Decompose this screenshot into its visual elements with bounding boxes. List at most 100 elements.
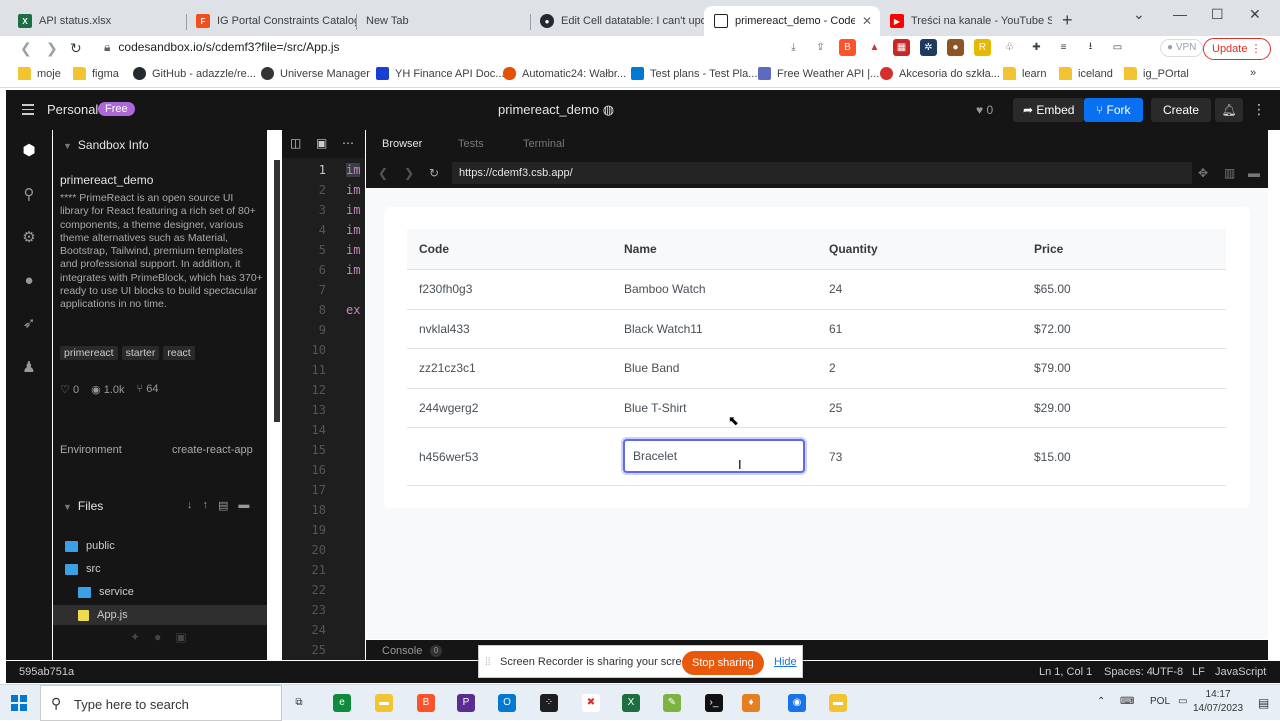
cube-icon[interactable]: ⬢	[20, 142, 38, 160]
outlook-icon[interactable]: O	[498, 694, 516, 712]
indentation[interactable]: Spaces: 4	[1104, 666, 1153, 678]
tab-youtube-studio[interactable]: ▶ Treści na kanale - YouTube Studi	[880, 6, 1052, 36]
fork-button[interactable]: ⑂ Fork	[1084, 98, 1143, 122]
tab-codesandbox[interactable]: primereact_demo - CodeSa ✕	[704, 6, 880, 36]
system-clock[interactable]: 14:17 14/07/2023	[1193, 688, 1243, 716]
bookmark-ig-portal[interactable]: ig_POrtal	[1124, 67, 1189, 80]
screen-recorder-icon[interactable]: ◉	[788, 694, 806, 712]
create-button[interactable]: Create	[1151, 98, 1212, 122]
table-cell[interactable]: Blue Band	[624, 349, 679, 388]
table-cell[interactable]: 24	[829, 270, 842, 309]
tab-browser[interactable]: Browser	[382, 138, 422, 150]
minimize-icon[interactable]: —	[1173, 6, 1187, 22]
layout-icon[interactable]: ▬	[1248, 166, 1260, 180]
table-cell[interactable]: nvklal433	[419, 310, 470, 349]
maximize-icon[interactable]: ☐	[1211, 6, 1224, 23]
bookmark-akcesoria[interactable]: Akcesoria do szkła...	[880, 67, 1000, 80]
likes-counter[interactable]: ♥ 0	[976, 103, 993, 117]
table-cell[interactable]: 61	[829, 310, 842, 349]
table-cell[interactable]: $29.00	[1034, 389, 1071, 428]
embed-button[interactable]: ➦ Embed	[1013, 98, 1085, 122]
pin-app-icon[interactable]: ♦	[742, 694, 760, 712]
github-icon[interactable]: ●	[20, 272, 38, 290]
file-explorer-icon[interactable]: ▬	[375, 694, 393, 712]
devtools-icon[interactable]: ✥	[1198, 166, 1208, 180]
bookmark-github[interactable]: GitHub - adazzle/re...	[133, 67, 256, 80]
extension-purple-icon[interactable]: ♧	[1001, 39, 1018, 56]
back-icon[interactable]: ❮	[20, 40, 32, 57]
forward-icon[interactable]: ❯	[46, 40, 58, 57]
cookie-icon[interactable]: ●	[947, 39, 964, 56]
tab-terminal[interactable]: Terminal	[523, 138, 565, 150]
table-cell[interactable]: h456wer53	[419, 428, 478, 485]
close-tab-icon[interactable]: ✕	[862, 14, 872, 28]
file-tree-item[interactable]: service	[53, 582, 267, 602]
tab-search-icon[interactable]: ⌄	[1133, 6, 1145, 23]
taskbar-search[interactable]: ⚲ Type here to search	[40, 685, 282, 721]
install-icon[interactable]: ⤓	[785, 39, 802, 56]
table-cell[interactable]: Blue T-Shirt	[624, 389, 686, 428]
file-tree-item[interactable]: public	[53, 536, 267, 556]
bookmark-figma[interactable]: figma	[73, 67, 119, 80]
folder-icon[interactable]: ▬	[829, 694, 847, 712]
forward-icon[interactable]: ❯	[404, 166, 414, 180]
preview-icon[interactable]: ▣	[316, 136, 327, 150]
share-icon[interactable]: ⇪	[812, 39, 829, 56]
table-cell[interactable]: f230fh0g3	[419, 270, 472, 309]
bell-icon[interactable]: 🔔︎	[1215, 98, 1243, 122]
close-window-icon[interactable]: ✕	[1249, 6, 1261, 23]
bookmark-yh-finance[interactable]: YH Finance API Doc...	[376, 67, 504, 80]
hide-link[interactable]: Hide	[774, 656, 797, 668]
terminal-icon[interactable]: ›_	[705, 694, 723, 712]
chevron-up-icon[interactable]: ⌃	[1097, 696, 1105, 707]
table-cell[interactable]: 25	[829, 389, 842, 428]
project-title[interactable]: primereact_demo ◍	[498, 102, 614, 118]
tab-tests[interactable]: Tests	[458, 138, 484, 150]
brave-icon[interactable]: B	[417, 694, 435, 712]
encoding[interactable]: UTF-8	[1152, 666, 1183, 678]
table-cell[interactable]: $65.00	[1034, 270, 1071, 309]
more-icon[interactable]: ⋯	[342, 136, 354, 150]
table-cell[interactable]: zz21cz3c1	[419, 349, 476, 388]
excel-icon[interactable]: X	[622, 694, 640, 712]
new-folder-icon[interactable]: ▬	[238, 499, 249, 512]
table-cell[interactable]: $79.00	[1034, 349, 1071, 388]
app-cross-icon[interactable]: ✖	[582, 694, 600, 712]
twitter-icon[interactable]: ✦	[130, 630, 140, 644]
tag[interactable]: primereact	[60, 346, 118, 360]
preview-url-input[interactable]: https://cdemf3.csb.app/	[452, 162, 1192, 184]
stop-sharing-button[interactable]: Stop sharing	[682, 651, 764, 675]
open-new-window-icon[interactable]: ▥	[1224, 166, 1235, 180]
cell-editor-input[interactable]: Bracelet	[623, 439, 805, 473]
line-ending[interactable]: LF	[1192, 666, 1205, 678]
new-tab-button[interactable]: +	[1062, 10, 1073, 31]
vpn-button[interactable]: ● VPN	[1160, 39, 1204, 57]
sidebar-scrollbar[interactable]	[274, 160, 280, 422]
back-icon[interactable]: ❮	[378, 166, 388, 180]
cursor-position[interactable]: Ln 1, Col 1	[1039, 666, 1092, 678]
task-view-icon[interactable]: ⧉	[290, 694, 308, 712]
tag[interactable]: react	[163, 346, 195, 360]
bookmarks-more[interactable]: »	[1250, 67, 1256, 79]
file-tree-item[interactable]: src	[53, 559, 267, 579]
app-dots-icon[interactable]: ⁘	[540, 694, 558, 712]
table-cell[interactable]: Black Watch11	[624, 310, 703, 349]
tab-github-issue[interactable]: ● Edit Cell datatable: I can't updat	[530, 6, 704, 36]
upload-icon[interactable]: ↑	[203, 499, 209, 512]
drag-handle-icon[interactable]: ⁞⁞	[485, 657, 491, 668]
tab-ig-portal[interactable]: F IG Portal Constraints Catalog	[186, 6, 356, 36]
extension-r-icon[interactable]: R	[974, 39, 991, 56]
bookmark-weather-api[interactable]: Free Weather API |...	[758, 67, 879, 80]
file-tree-item-selected[interactable]: App.js	[53, 605, 267, 625]
new-file-icon[interactable]: ▤	[218, 499, 228, 512]
reload-icon[interactable]: ↻	[429, 166, 439, 180]
bookmark-moje[interactable]: moje	[18, 67, 61, 80]
discord-icon[interactable]: ▣	[175, 630, 186, 644]
extensions-puzzle-icon[interactable]: ✚	[1028, 39, 1045, 56]
files-header[interactable]: ▼ Files	[63, 499, 103, 513]
github-icon[interactable]: ●	[154, 630, 161, 644]
users-icon[interactable]: ♟	[20, 359, 38, 377]
bookmark-learn[interactable]: learn	[1003, 67, 1046, 80]
brave-rewards-icon[interactable]: ▲	[866, 39, 883, 56]
bookmark-automatic24[interactable]: Automatic24: Wałbr...	[503, 67, 626, 80]
